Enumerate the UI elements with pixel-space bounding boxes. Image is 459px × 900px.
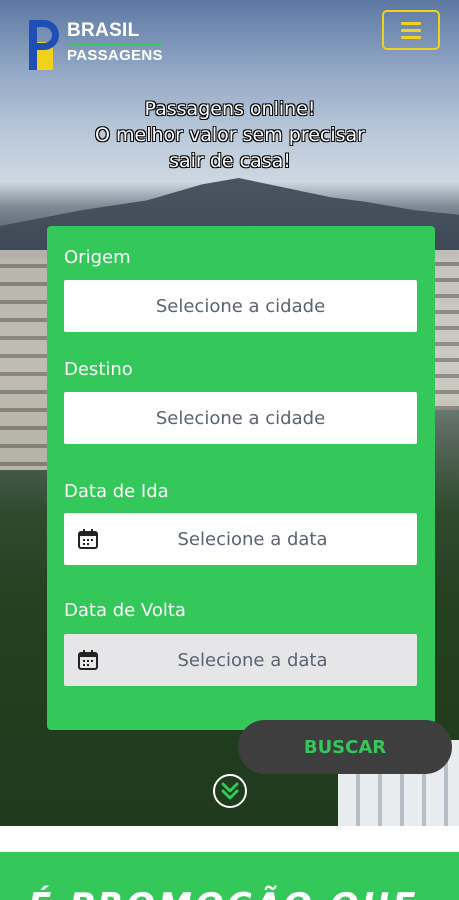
return-date-label: Data de Volta — [64, 600, 186, 621]
promo-banner: É PROMOÇÃO QUE — [0, 852, 459, 900]
search-button[interactable]: BUSCAR — [238, 720, 452, 774]
departure-date-placeholder: Selecione a data — [177, 528, 328, 550]
return-date-placeholder: Selecione a data — [177, 649, 328, 671]
hero-headline-line3: sair de casa! — [169, 150, 291, 172]
hamburger-menu-icon — [401, 21, 421, 25]
origin-select[interactable]: Selecione a cidade — [64, 280, 417, 332]
logo-text-passagens: PASSAGENS — [67, 47, 163, 64]
calendar-icon — [78, 650, 98, 670]
hero-headline-line2: O melhor valor sem precisar — [95, 124, 365, 146]
logo-p-icon — [29, 20, 63, 70]
logo-text-brasil: BRASIL — [67, 20, 140, 41]
departure-date-input[interactable]: Selecione a data — [64, 513, 417, 565]
destination-placeholder: Selecione a cidade — [155, 407, 326, 429]
search-form: Origem Selecione a cidade Destino Seleci… — [47, 226, 435, 730]
promo-headline: É PROMOÇÃO QUE — [28, 886, 419, 900]
origin-label: Origem — [64, 247, 131, 268]
brand-logo[interactable]: BRASIL PASSAGENS — [29, 20, 163, 72]
departure-date-label: Data de Ida — [64, 481, 169, 502]
hamburger-menu-button[interactable] — [382, 10, 440, 50]
origin-placeholder: Selecione a cidade — [155, 295, 326, 317]
destination-select[interactable]: Selecione a cidade — [64, 392, 417, 444]
hero-headline: Passagens online! O melhor valor sem pre… — [60, 96, 400, 174]
hero-city-left — [0, 250, 50, 470]
calendar-icon — [78, 529, 98, 549]
return-date-input[interactable]: Selecione a data — [64, 634, 417, 686]
hero-city-right — [433, 250, 459, 410]
destination-label: Destino — [64, 359, 133, 380]
logo-divider — [67, 43, 163, 45]
site-header: BRASIL PASSAGENS — [0, 0, 459, 90]
double-chevron-down-icon[interactable] — [212, 773, 248, 809]
hero-headline-line1: Passagens online! — [144, 98, 316, 120]
